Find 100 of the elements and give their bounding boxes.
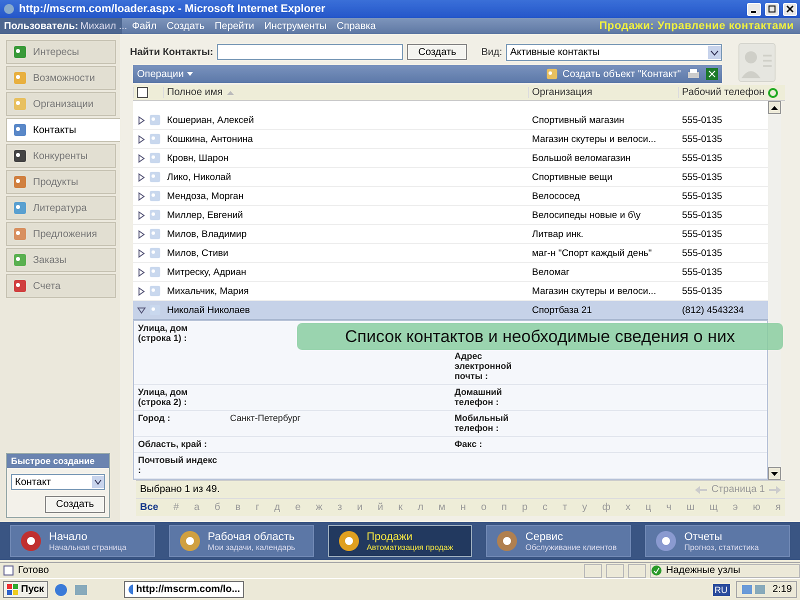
- clock: 2:19: [772, 584, 792, 595]
- letter-filter-link[interactable]: д: [274, 502, 280, 513]
- close-button[interactable]: [783, 2, 797, 16]
- navigation-tile[interactable]: Рабочая область Мои задачи, календарь: [168, 525, 314, 557]
- letter-filter-link[interactable]: у: [582, 502, 588, 513]
- expand-icon[interactable]: [137, 192, 146, 200]
- browser-icon[interactable]: [54, 582, 68, 596]
- letter-filter-link[interactable]: и: [357, 502, 363, 513]
- letter-filter-link[interactable]: ц: [645, 502, 652, 513]
- letter-filter-link[interactable]: я: [775, 502, 781, 513]
- sidebar-item[interactable]: Конкуренты: [6, 144, 116, 168]
- letter-filter-link[interactable]: н: [460, 502, 466, 513]
- refresh-icon[interactable]: [768, 88, 778, 98]
- sidebar-item[interactable]: Предложения: [6, 222, 116, 246]
- letter-filter-link[interactable]: ж: [316, 502, 322, 513]
- spreadsheet-icon[interactable]: [706, 68, 718, 80]
- taskbar-window-button[interactable]: http://mscrm.com/lo...: [124, 581, 244, 598]
- letter-filter-link[interactable]: х: [625, 502, 630, 513]
- language-indicator[interactable]: RU: [712, 584, 730, 596]
- expand-icon[interactable]: [137, 286, 146, 296]
- expand-icon[interactable]: [137, 154, 146, 162]
- letter-filter-link[interactable]: к: [398, 502, 403, 513]
- menu-item[interactable]: Перейти: [214, 20, 254, 32]
- letter-filter-link[interactable]: а: [194, 502, 200, 513]
- search-field[interactable]: [217, 44, 404, 60]
- tile-icon: [336, 529, 361, 553]
- letter-filter-link[interactable]: г: [256, 502, 260, 513]
- table-cell-text: 555-0135: [681, 228, 722, 240]
- expand-icon[interactable]: [137, 230, 146, 238]
- letter-filter-link[interactable]: ш: [686, 502, 694, 513]
- menu-item[interactable]: Справка: [336, 20, 376, 32]
- scroll-down-icon[interactable]: [771, 472, 778, 476]
- letter-filter-link[interactable]: щ: [709, 502, 718, 513]
- letter-filter-link[interactable]: э: [732, 502, 738, 513]
- table-cell-text: Николай Николаев: [166, 304, 250, 316]
- navigation-tile[interactable]: Отчеты Прогноз, статистика: [645, 525, 790, 557]
- letter-filter-link[interactable]: п: [502, 502, 507, 513]
- collapse-icon[interactable]: [137, 306, 146, 314]
- letter-filter-link[interactable]: л: [418, 502, 424, 513]
- view-dropdown[interactable]: Активные контакты: [506, 44, 722, 60]
- letter-filter-link[interactable]: м: [438, 502, 446, 513]
- sidebar-label: Счета: [33, 280, 61, 292]
- create-button[interactable]: Создать: [45, 496, 105, 513]
- type-dropdown[interactable]: Контакт: [11, 474, 105, 490]
- navigation-tile[interactable]: Продажи Автоматизация продаж: [328, 525, 472, 557]
- table-cell-text: Спортбаза 21: [531, 304, 592, 316]
- letter-filter-link[interactable]: й: [378, 502, 384, 513]
- column-header[interactable]: Рабочий телефон: [682, 87, 765, 98]
- page-number: Страница 1: [711, 484, 765, 495]
- expand-icon[interactable]: [137, 172, 146, 182]
- column-header[interactable]: Организация: [532, 87, 592, 98]
- create-contact-button[interactable]: Создать объект "Контакт": [546, 68, 681, 80]
- letter-filter-link[interactable]: с: [542, 502, 548, 513]
- scrollbar[interactable]: [768, 101, 781, 480]
- letter-filter-link[interactable]: ч: [666, 502, 672, 513]
- expand-icon[interactable]: [137, 248, 146, 258]
- letter-filter-link[interactable]: б: [214, 502, 220, 513]
- minimize-button[interactable]: [747, 2, 761, 16]
- sidebar-item[interactable]: Заказы: [6, 248, 116, 272]
- sidebar-item[interactable]: Интересы: [6, 40, 116, 64]
- sidebar-item[interactable]: Организации: [6, 92, 116, 116]
- letter-filter-link[interactable]: о: [480, 502, 487, 513]
- expand-icon[interactable]: [137, 268, 146, 276]
- letter-filter-link[interactable]: е: [295, 502, 301, 513]
- navigation-tile[interactable]: Начало Начальная страница: [10, 525, 155, 557]
- table-cell-text: Михальчик, Мария: [166, 286, 249, 296]
- column-header[interactable]: Полное имя: [167, 87, 223, 98]
- operations-menu[interactable]: Операции: [137, 68, 193, 80]
- menu-item[interactable]: Создать: [166, 20, 205, 32]
- expand-icon[interactable]: [137, 116, 146, 124]
- sidebar-item[interactable]: Счета: [6, 274, 116, 298]
- letter-filter-link[interactable]: т: [562, 502, 568, 513]
- print-icon[interactable]: [687, 68, 700, 80]
- letter-filter-link[interactable]: #: [173, 502, 179, 513]
- table-cell-text: Спортивные вещи: [531, 172, 612, 182]
- tile-subtitle: Мои задачи, календарь: [208, 542, 296, 552]
- scroll-up-icon[interactable]: [771, 106, 778, 110]
- sidebar-item[interactable]: Литература: [6, 196, 116, 220]
- letter-filter-link[interactable]: в: [235, 502, 241, 513]
- start-button[interactable]: Пуск: [3, 581, 48, 598]
- expand-icon[interactable]: [137, 210, 146, 220]
- maximize-button[interactable]: [765, 2, 779, 16]
- navigation-tile[interactable]: Сервис Обслуживание клиентов: [486, 525, 632, 557]
- letter-filter-link[interactable]: з: [337, 502, 342, 513]
- tile-icon: [654, 529, 678, 553]
- create-button[interactable]: Создать: [407, 44, 468, 60]
- letter-filter-link[interactable]: ф: [602, 502, 610, 513]
- letter-filter-link[interactable]: р: [522, 502, 528, 513]
- select-all-checkbox[interactable]: [137, 87, 148, 98]
- menu-item[interactable]: Инструменты: [264, 20, 327, 32]
- sidebar-item[interactable]: Контакты: [6, 118, 120, 142]
- sidebar-item[interactable]: Возможности: [6, 66, 116, 90]
- expand-icon[interactable]: [137, 134, 146, 144]
- letter-filter-link[interactable]: Все: [140, 502, 158, 513]
- letter-filter-link[interactable]: ю: [752, 502, 760, 513]
- table-row[interactable]: Николай Николаев Спортбаза 21 (812) 4543234: [133, 301, 768, 320]
- menu-item[interactable]: Файл: [132, 20, 157, 32]
- field-label: Факс :: [454, 439, 484, 449]
- table-cell-text: Велосипеды новые и б\у: [531, 210, 641, 220]
- sidebar-item[interactable]: Продукты: [6, 170, 116, 194]
